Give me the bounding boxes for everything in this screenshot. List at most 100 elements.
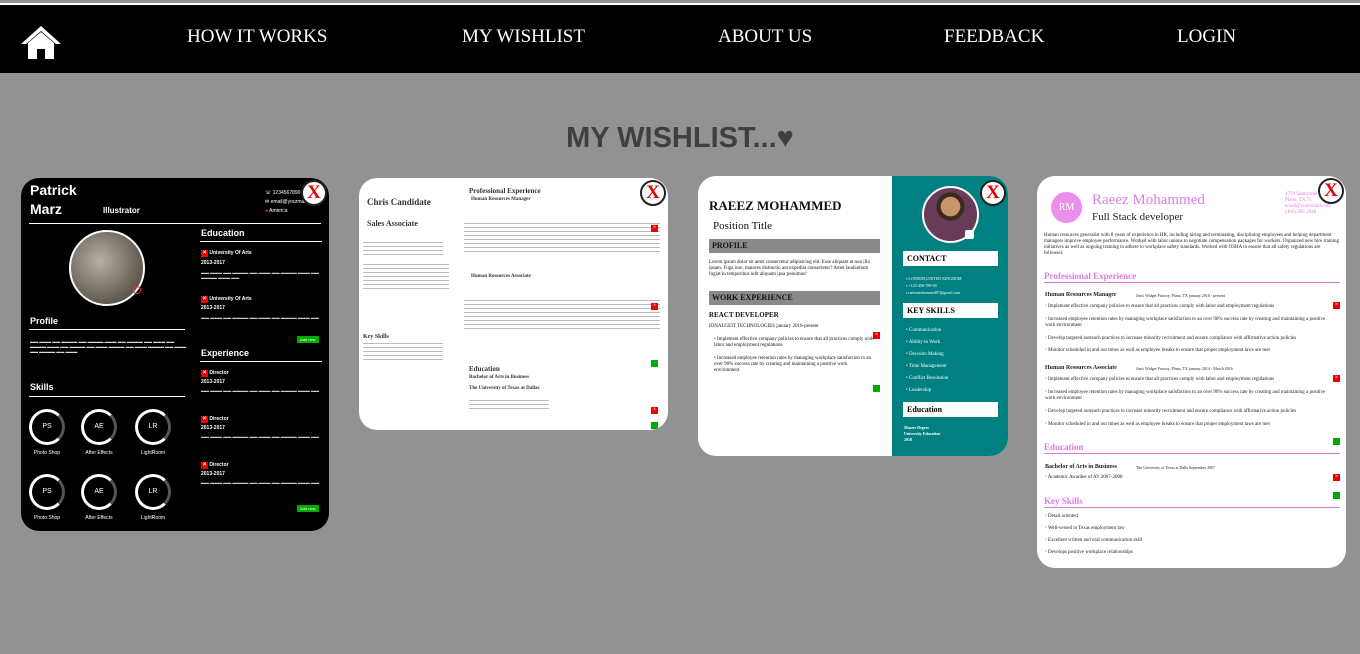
nav-about-us[interactable]: ABOUT US — [718, 26, 812, 48]
remove-card-1-button[interactable]: X — [301, 180, 327, 206]
job-bullet: • Increased employee retention rates by … — [1045, 317, 1326, 328]
skill-label: After Effects — [85, 515, 113, 521]
job-title: REACT DEVELOPER — [709, 311, 779, 319]
experience-heading: Professional Experience — [469, 187, 541, 195]
top-navbar: HOW IT WORKS MY WISHLIST ABOUT US FEEDBA… — [0, 3, 1360, 73]
skill-item: • Well-versed in Texas employment law — [1045, 526, 1125, 531]
edu-item-1: × University Of Arts — [201, 250, 252, 257]
resume-name: RAEEZ MOHAMMED — [709, 198, 842, 213]
edu-years: 2013-2017 — [201, 260, 225, 266]
add-experience-button[interactable]: Add new — [297, 505, 319, 512]
nav-feedback[interactable]: FEEDBACK — [944, 26, 1044, 48]
experience-heading: Professional Experience — [1044, 271, 1340, 283]
position-title: Position Title — [713, 220, 773, 232]
resume-name-first: Patrick — [30, 182, 77, 198]
wishlist-card-resume-4[interactable]: RM Raeez Mohammed Full Stack developer 4… — [1037, 176, 1346, 568]
resume-name-last: Marz — [30, 201, 62, 217]
add-job-icon[interactable] — [651, 354, 658, 372]
skill-item: • Excellent written and oral communicati… — [1045, 538, 1143, 543]
nav-login[interactable]: LOGIN — [1177, 26, 1236, 48]
edu-years: 2013-2017 — [201, 305, 225, 311]
resume-name: Raeez Mohammed — [1092, 192, 1205, 208]
edit-photo-icon[interactable] — [133, 286, 141, 294]
profile-heading: Profile — [30, 316, 59, 326]
exp-desc: ▬▬ ▬▬▬ ▬▬ ▬▬▬▬ ▬▬ ▬▬▬ ▬▬ ▬▬▬▬ ▬▬▬ ▬▬ — [201, 480, 320, 485]
contact-item: ▪ LONDON,UNITED KINGDOM — [906, 276, 962, 281]
job-title: Human Resources Manager — [471, 197, 531, 202]
profile-heading: PROFILE — [709, 239, 880, 253]
job-bullet: • Increased employee retention rates by … — [714, 356, 871, 373]
education-text: Master Degree University Education 2018 — [904, 425, 941, 442]
wishlist-card-resume-2[interactable]: Chris Candidate Sales Associate Key Skil… — [359, 178, 668, 430]
edu-desc: ▬▬ ▬▬▬ ▬▬ ▬▬▬▬ ▬▬ ▬▬▬ ▬▬ ▬▬▬▬ ▬▬▬ ▬▬ — [201, 315, 320, 320]
add-job-icon[interactable] — [873, 379, 880, 397]
degree: Bachelor of Arts in Business — [1045, 464, 1117, 470]
job-bullet: • Increased employee retention rates by … — [1045, 390, 1326, 401]
resume-role: Illustrator — [103, 206, 140, 215]
skill-label: After Effects — [85, 450, 113, 456]
key-skills-heading: Key Skills — [1044, 496, 1340, 508]
edu-bullet: • Academic Awardee of AY 2007-2008 — [1045, 475, 1123, 480]
avatar — [69, 230, 145, 306]
remove-card-4-button[interactable]: X — [1318, 178, 1344, 204]
profile-text: ▬▬ ▬▬▬ ▬▬ ▬▬▬▬ ▬▬ ▬▬▬▬ ▬▬▬ ▬▬ ▬▬▬▬ ▬▬ ▬▬… — [30, 339, 187, 354]
skill-circle: PS — [29, 474, 65, 510]
delete-job-icon[interactable]: × — [651, 294, 658, 312]
exp-item-1: × Director — [201, 370, 229, 377]
job-bullet: • Implement effective company policies t… — [714, 337, 874, 348]
resume-role: Sales Associate — [367, 219, 418, 228]
job-bullet: • Implement effective company policies t… — [1045, 377, 1275, 382]
job-meta: Jim's Widget Factory, Plano, TX january … — [1136, 366, 1233, 371]
resume-email: ✉ email@yourmail — [265, 199, 307, 205]
wishlist-card-resume-3[interactable]: RAEEZ MOHAMMED Position Title PROFILE Lo… — [698, 176, 1008, 456]
initials-avatar: RM — [1051, 192, 1082, 223]
edit-photo-icon[interactable] — [965, 230, 974, 239]
resume-location: ● America — [265, 208, 288, 214]
nav-how-it-works[interactable]: HOW IT WORKS — [187, 26, 327, 48]
remove-card-3-button[interactable]: X — [980, 180, 1006, 206]
exp-years: 2013-2017 — [201, 425, 225, 431]
company: IONALGEIT TECHNOLOGIES january 2016-pres… — [709, 324, 819, 329]
resume-name: Chris Candidate — [367, 197, 431, 207]
skill-label: Photo Shop — [33, 515, 61, 521]
job-bullet: • Develop targeted outreach practices to… — [1045, 336, 1297, 341]
contact-item: ▪ raeezmohammed97@gmail.com — [906, 290, 961, 295]
delete-job-icon[interactable]: × — [873, 323, 880, 341]
education-heading: Education — [469, 365, 500, 373]
job-bullet: • Monitor scheduled in and out times as … — [1045, 348, 1270, 353]
job-bullet: • Implement effective company policies t… — [1045, 304, 1275, 309]
work-heading: WORK EXPERIENCE — [709, 291, 880, 305]
resume-role: Full Stack developer — [1092, 211, 1184, 223]
skill-circle: LR — [135, 474, 171, 510]
add-edu-icon[interactable] — [651, 416, 658, 430]
school: The University of Texas at Dallas — [469, 386, 540, 391]
delete-job-icon[interactable]: × — [651, 216, 658, 234]
job-bullet: • Monitor scheduled in and out times as … — [1045, 422, 1270, 427]
skill-item: • Detail oriented — [1045, 514, 1078, 519]
nav-my-wishlist[interactable]: MY WISHLIST — [462, 26, 585, 48]
summary-text: Human resources generalist with 8 years … — [1044, 233, 1340, 256]
exp-years: 2013-2017 — [201, 379, 225, 385]
exp-item-3: × Director — [201, 462, 229, 469]
skill-label: LightRoom — [140, 515, 166, 521]
education-heading: Education — [903, 402, 998, 417]
education-heading: Education — [201, 228, 245, 238]
job-title: Human Resources Associate — [1045, 365, 1117, 371]
skill-label: LightRoom — [140, 450, 166, 456]
add-education-button[interactable]: Add new — [297, 336, 319, 343]
skill-circle: LR — [135, 409, 171, 445]
remove-card-2-button[interactable]: X — [640, 180, 666, 206]
wishlist-card-resume-1[interactable]: Patrick Marz Illustrator ☏ 1234567890 ✉ … — [21, 178, 329, 531]
edu-item-2: × University Of Arts — [201, 296, 252, 303]
skills-list: • Communication • Ability to Work • Deci… — [906, 328, 949, 393]
exp-years: 2013-2017 — [201, 471, 225, 477]
home-icon[interactable] — [20, 25, 62, 61]
delete-edu-icon[interactable]: × — [651, 398, 658, 416]
skill-label: Photo Shop — [33, 450, 61, 456]
contact-heading: CONTACT — [903, 251, 998, 266]
profile-text: Lorem ipsum dolor sit amet consectetur a… — [709, 260, 870, 277]
job-title: Human Resources Associate — [471, 274, 531, 279]
exp-item-2: × Director — [201, 416, 229, 423]
contact-item: ▪ +123-456-789-00 — [906, 283, 937, 288]
skill-circle: PS — [29, 409, 65, 445]
